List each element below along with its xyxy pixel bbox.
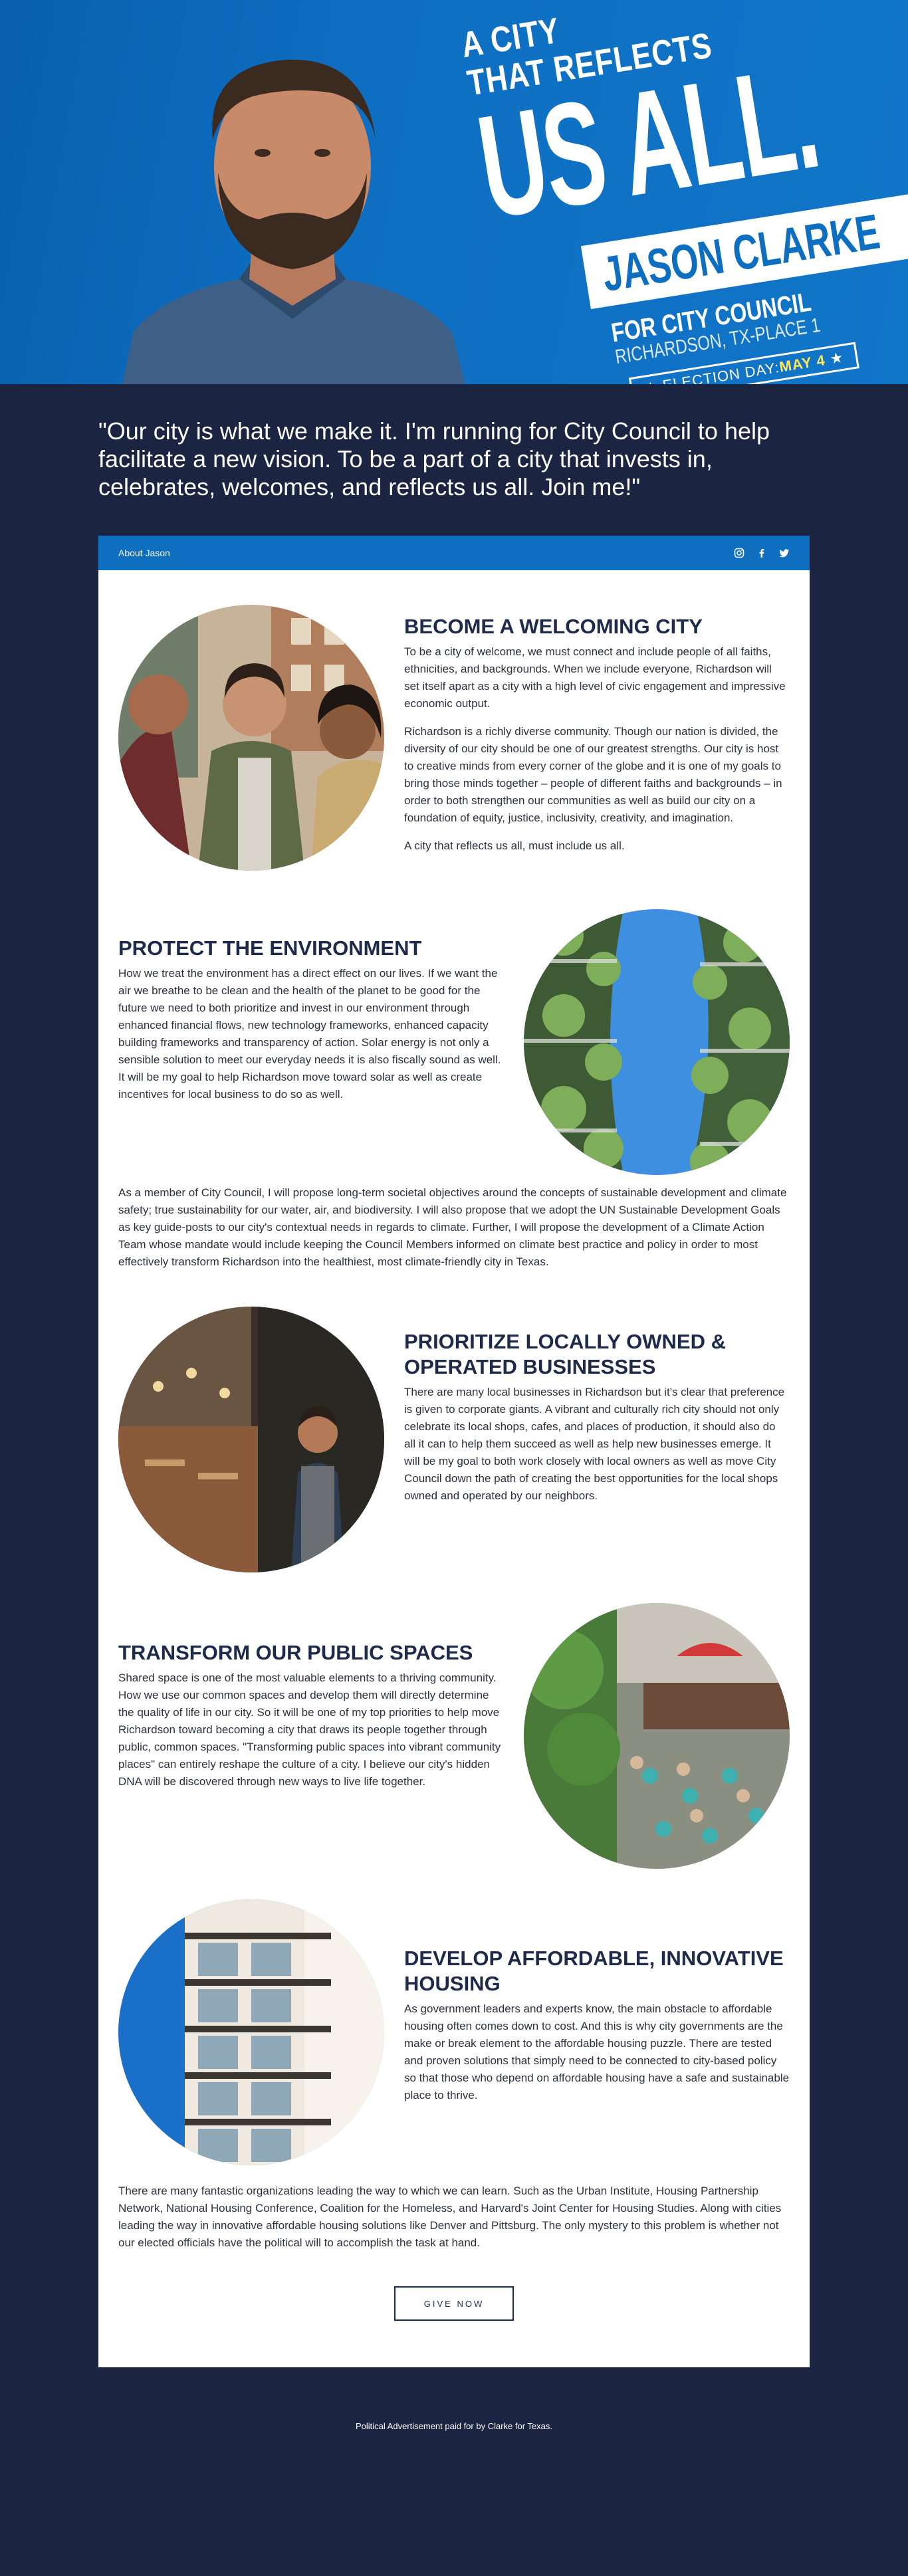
welcoming-city-image xyxy=(118,605,384,871)
footer: Political Advertisement paid for by Clar… xyxy=(0,2367,908,2484)
facebook-icon[interactable] xyxy=(756,548,767,558)
section-paragraph: Shared space is one of the most valuable… xyxy=(118,1671,501,1788)
affordable-housing-text: DEVELOP AFFORDABLE, INNOVATIVE HOUSING A… xyxy=(404,1899,790,2115)
section-title: PROTECT THE ENVIRONMENT xyxy=(118,936,422,960)
public-spaces-text: TRANSFORM OUR PUBLIC SPACES Shared space… xyxy=(118,1603,504,1801)
section-protect-environment: PROTECT THE ENVIRONMENT How we treat the… xyxy=(118,909,790,1175)
plaza-illustration xyxy=(524,1603,790,1869)
card-body: BECOME A WELCOMING CITY To be a city of … xyxy=(98,570,810,2367)
public-spaces-image xyxy=(524,1603,790,1869)
section-local-business: PRIORITIZE LOCALLY OWNED & OPERATED BUSI… xyxy=(118,1307,790,1572)
environment-image xyxy=(524,909,790,1175)
section-paragraph: A city that reflects us all, must includ… xyxy=(404,839,625,852)
section-title: DEVELOP AFFORDABLE, INNOVATIVE HOUSING xyxy=(404,1947,784,1995)
campaign-tagline: A CITY THAT REFLECTS US ALL. JASON CLARK… xyxy=(459,0,908,384)
section-public-spaces: TRANSFORM OUR PUBLIC SPACES Shared space… xyxy=(118,1603,790,1869)
social-links xyxy=(734,548,790,558)
quote-text: "Our city is what we make it. I'm runnin… xyxy=(98,417,770,500)
instagram-icon[interactable] xyxy=(734,548,744,558)
welcoming-city-text: BECOME A WELCOMING CITY To be a city of … xyxy=(404,605,790,865)
section-title: PRIORITIZE LOCALLY OWNED & OPERATED BUSI… xyxy=(404,1330,726,1378)
candidate-portrait xyxy=(122,59,465,384)
tagline-headline: US ALL. xyxy=(468,35,828,249)
election-day-date: MAY 4 xyxy=(778,352,827,376)
section-title: TRANSFORM OUR PUBLIC SPACES xyxy=(118,1641,473,1664)
affordable-housing-image xyxy=(118,1899,384,2165)
hero-banner: A CITY THAT REFLECTS US ALL. JASON CLARK… xyxy=(0,0,908,384)
content-card: About Jason BECOME A WELCOMING CITY To b… xyxy=(98,536,810,2367)
housing-full-paragraph: There are many fantastic organizations l… xyxy=(118,2185,782,2249)
section-paragraph: To be a city of welcome, we must connect… xyxy=(404,645,786,710)
section-paragraph: Richardson is a richly diverse community… xyxy=(404,725,782,824)
green-towers-illustration xyxy=(524,909,790,1175)
apartment-building-illustration xyxy=(118,1899,384,2165)
environment-text: PROTECT THE ENVIRONMENT How we treat the… xyxy=(118,909,504,1114)
section-affordable-housing: DEVELOP AFFORDABLE, INNOVATIVE HOUSING A… xyxy=(118,1899,790,2165)
section-title: BECOME A WELCOMING CITY xyxy=(404,615,703,638)
about-jason-link[interactable]: About Jason xyxy=(118,548,170,558)
political-disclaimer: Political Advertisement paid for by Clar… xyxy=(355,2420,552,2431)
card-header-bar: About Jason xyxy=(98,536,810,570)
cafe-owner-illustration xyxy=(118,1307,384,1572)
give-now-button[interactable]: GIVE NOW xyxy=(394,2286,514,2321)
people-greeting-illustration xyxy=(118,605,384,871)
local-business-text: PRIORITIZE LOCALLY OWNED & OPERATED BUSI… xyxy=(404,1307,790,1515)
section-paragraph: How we treat the environment has a direc… xyxy=(118,967,501,1101)
candidate-quote: "Our city is what we make it. I'm runnin… xyxy=(0,384,908,536)
section-welcoming-city: BECOME A WELCOMING CITY To be a city of … xyxy=(118,605,790,871)
section-paragraph: There are many local businesses in Richa… xyxy=(404,1386,785,1502)
twitter-icon[interactable] xyxy=(779,548,790,558)
cta-wrap: GIVE NOW xyxy=(118,2286,790,2321)
environment-full-paragraph: As a member of City Council, I will prop… xyxy=(118,1186,787,1268)
section-paragraph: As government leaders and experts know, … xyxy=(404,2002,790,2101)
local-business-image xyxy=(118,1307,384,1572)
